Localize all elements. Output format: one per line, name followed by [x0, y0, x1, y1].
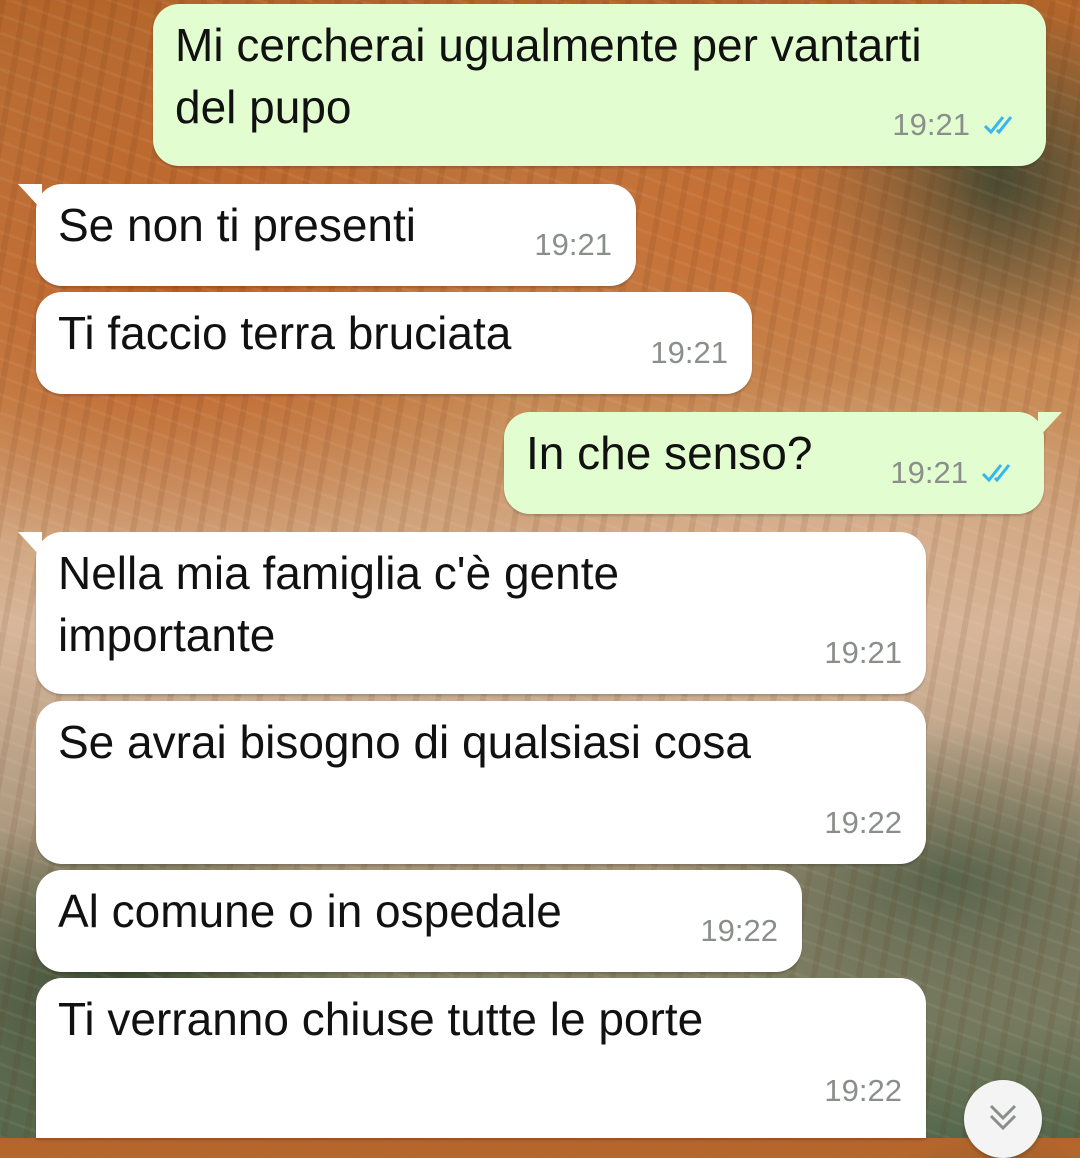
message-bubble-outgoing[interactable]: Mi cercherai ugualmente per vantarti del… [153, 4, 1046, 166]
double-check-icon [983, 116, 1013, 135]
message-time: 19:21 [534, 227, 612, 262]
message-meta: 19:22 [824, 1060, 902, 1122]
message-meta: 19:22 [824, 792, 902, 854]
message-text: Ti faccio terra bruciata [58, 307, 512, 359]
message-meta: 19:21 [534, 214, 612, 276]
message-bubble-incoming[interactable]: Ti faccio terra bruciata 19:21 [36, 292, 752, 394]
message-list[interactable]: Mi cercherai ugualmente per vantarti del… [0, 0, 1080, 1138]
message-meta: 19:21 [824, 622, 902, 684]
message-text: Se non ti presenti [58, 199, 417, 251]
message-time: 19:21 [824, 635, 902, 670]
message-time: 19:22 [700, 913, 778, 948]
message-text: Mi cercherai ugualmente per vantarti del… [175, 19, 922, 133]
message-text: Ti verranno chiuse tutte le porte [58, 993, 704, 1045]
message-text: Nella mia famiglia c'è gente importante [58, 547, 620, 661]
message-time: 19:22 [824, 1073, 902, 1108]
message-bubble-incoming[interactable]: Nella mia famiglia c'è gente importante … [18, 532, 926, 694]
message-text: Al comune o in ospedale [58, 885, 562, 937]
message-bubble-incoming[interactable]: Al comune o in ospedale 19:22 [36, 870, 802, 972]
message-meta: 19:21 [650, 322, 728, 384]
message-meta: 19:21 [890, 442, 1020, 504]
message-text: In che senso? [526, 427, 813, 479]
message-time: 19:22 [824, 805, 902, 840]
message-bubble-incoming[interactable]: Ti verranno chiuse tutte le porte 19:22 [36, 978, 926, 1138]
scroll-to-bottom-button[interactable] [964, 1080, 1042, 1158]
message-time: 19:21 [650, 335, 728, 370]
message-text: Se avrai bisogno di qualsiasi cosa [58, 716, 751, 768]
message-time: 19:21 [892, 107, 970, 142]
chevron-double-down-icon [989, 1104, 1017, 1131]
message-bubble-incoming[interactable]: Se non ti presenti 19:21 [18, 184, 636, 286]
message-bubble-outgoing[interactable]: In che senso? 19:21 [504, 412, 1062, 514]
double-check-icon [981, 464, 1011, 483]
message-bubble-incoming[interactable]: Se avrai bisogno di qualsiasi cosa 19:22 [36, 701, 926, 864]
message-meta: 19:21 [892, 94, 1022, 156]
message-meta: 19:22 [700, 900, 778, 962]
message-time: 19:21 [890, 455, 968, 490]
